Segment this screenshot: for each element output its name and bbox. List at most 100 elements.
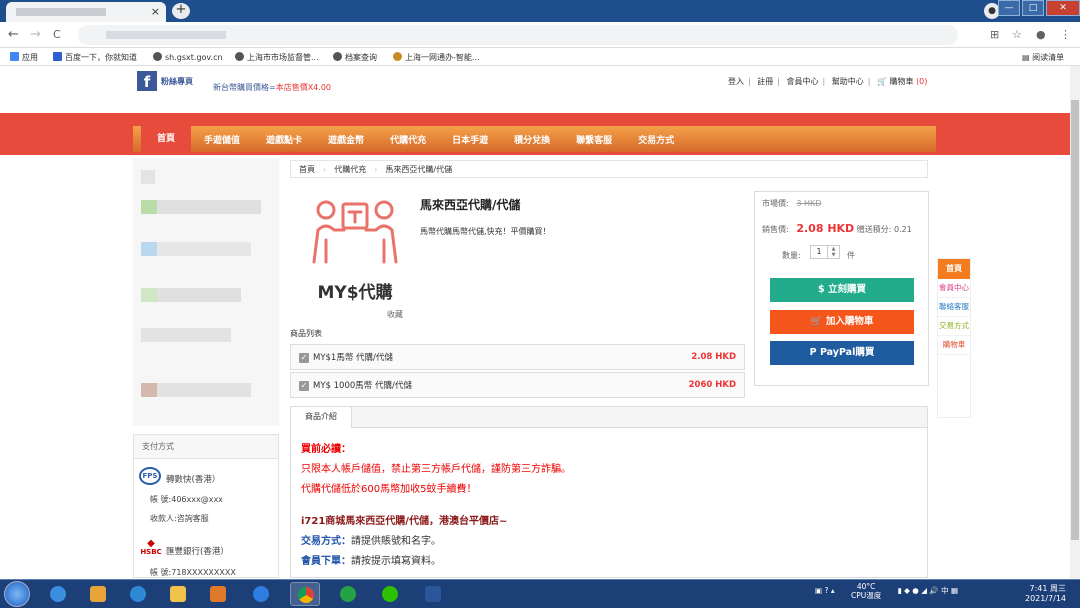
product-image-caption: MY$代購 xyxy=(317,282,392,303)
cart-link[interactable]: 🛒 購物車 (0) xyxy=(877,77,927,86)
login-link[interactable]: 登入 xyxy=(728,77,744,86)
menu-kebab-icon[interactable]: ⋮ xyxy=(1060,28,1071,41)
nav-proxy-purchase[interactable]: 代購代充 xyxy=(377,133,439,146)
float-contact-support[interactable]: 聯絡客服 xyxy=(938,298,970,317)
favorite-link[interactable]: 收藏 xyxy=(387,309,403,320)
breadcrumb-current: 馬來西亞代購/代儲 xyxy=(385,164,453,174)
payment-title: 支付方式 xyxy=(134,435,278,459)
apps-grid-icon xyxy=(10,52,19,61)
quantity-input[interactable]: 1 xyxy=(810,245,828,259)
window-controls: — □ ✕ xyxy=(996,0,1080,18)
forward-button[interactable]: → xyxy=(30,27,41,42)
taskbar-green-app-icon[interactable] xyxy=(333,582,363,606)
paypal-icon: P xyxy=(809,347,820,358)
reading-list-icon: ▤ xyxy=(1022,53,1033,62)
reload-button[interactable]: C xyxy=(53,28,61,41)
close-window-button[interactable]: ✕ xyxy=(1046,0,1080,16)
clock-time: 7:41 周三 xyxy=(1029,584,1067,593)
browser-tab[interactable]: × xyxy=(6,2,166,22)
checkbox-checked-icon[interactable]: ✓ xyxy=(299,381,309,391)
back-button[interactable]: ← xyxy=(8,27,19,42)
sale-price-row: 銷售價: 2.08 HKD 贈送積分: 0.21 xyxy=(762,222,912,235)
fps-name: 轉數快(香港） xyxy=(166,475,221,485)
bookmark-baidu[interactable]: 百度一下，你就知道 xyxy=(53,52,137,63)
bookmark-apps[interactable]: 应用 xyxy=(10,52,38,63)
add-to-cart-button[interactable]: 🛒 加入購物車 xyxy=(770,310,914,334)
quantity-stepper[interactable]: ▲ ▼ xyxy=(828,245,840,259)
member-center-link[interactable]: 會員中心 xyxy=(787,77,819,86)
hsbc-name: 匯豐銀行(香港） xyxy=(166,547,229,557)
tab-product-intro[interactable]: 商品介紹 xyxy=(291,407,352,429)
minimize-button[interactable]: — xyxy=(998,0,1020,16)
main-nav: 首頁 手遊儲值 遊戲點卡 遊戲金幣 代購代充 日本手遊 積分兌換 聯繫客服 交易… xyxy=(133,126,936,152)
breadcrumb-home[interactable]: 首頁 xyxy=(291,164,323,175)
product-option-name: MY$1馬幣 代購/代儲 xyxy=(313,353,393,363)
float-home[interactable]: 首頁 xyxy=(938,259,970,279)
bookmark-archive-query[interactable]: 档案查询 xyxy=(333,52,377,63)
globe-icon xyxy=(153,52,162,61)
taskbar-app-icon[interactable] xyxy=(83,582,113,606)
nav-mobile-topup[interactable]: 手遊儲值 xyxy=(191,133,253,146)
checkbox-checked-icon[interactable]: ✓ xyxy=(299,353,309,363)
buy-now-button[interactable]: $ 立刻購買 xyxy=(770,278,914,302)
account-icon[interactable]: ● xyxy=(1036,28,1046,41)
bonus-points: 贈送積分: 0.21 xyxy=(856,225,912,234)
product-option[interactable]: ✓ MY$1馬幣 代購/代儲 2.08 HKD xyxy=(290,344,745,370)
product-option-name: MY$ 1000馬幣 代購/代儲 xyxy=(313,381,412,391)
taskbar-cloud-icon[interactable] xyxy=(246,582,276,606)
bookmark-market-supervision[interactable]: 上海市市场监督管... xyxy=(235,52,319,63)
quantity-label: 數量: xyxy=(782,251,801,260)
nav-contact-support[interactable]: 聯繫客服 xyxy=(563,133,625,146)
facebook-icon[interactable]: f xyxy=(137,71,157,91)
market-price: 3 HKD xyxy=(796,199,822,208)
bookmark-star-icon[interactable]: ☆ xyxy=(1012,28,1022,41)
fanpage-link[interactable]: 粉絲專頁 xyxy=(161,76,193,87)
reading-list[interactable]: ▤ 阅读清单 xyxy=(1022,52,1064,63)
taskbar-folder-icon[interactable] xyxy=(163,582,193,606)
float-trade-methods[interactable]: 交易方式 xyxy=(938,317,970,336)
product-option-price: 2060 HKD xyxy=(688,380,736,390)
bookmark-shanghai-service[interactable]: 上海一网通办-智能... xyxy=(393,52,480,63)
nav-game-cards[interactable]: 遊戲點卡 xyxy=(253,133,315,146)
system-tray: ▣ ? ▴ 40°C CPU温度 ▮ ◆ ● ◢ 🔊 中 ▦ xyxy=(815,582,958,600)
nav-points-exchange[interactable]: 積分兌換 xyxy=(501,133,563,146)
cpu-temperature: 40°C xyxy=(856,582,876,591)
taskbar-chrome-icon[interactable] xyxy=(290,582,320,606)
twd-price-note: 新台幣購買價格=本店售價X4.00 xyxy=(213,83,331,92)
clock-date: 2021/7/14 xyxy=(1025,594,1067,603)
taskbar-ie-icon[interactable] xyxy=(43,582,73,606)
nav-game-gold[interactable]: 遊戲金幣 xyxy=(315,133,377,146)
close-tab-icon[interactable]: × xyxy=(151,5,160,18)
product-image: MY$代購 xyxy=(300,190,410,308)
register-link[interactable]: 註冊 xyxy=(757,77,773,86)
hsbc-logo-icon: ◆ HSBC xyxy=(140,538,162,557)
breadcrumb: 首頁 › 代購代充 › 馬來西亞代購/代儲 xyxy=(290,160,928,178)
nav-home[interactable]: 首頁 xyxy=(141,126,192,152)
trade-method-line: 交易方式：請提供賬號和名字。 xyxy=(301,536,441,547)
new-tab-button[interactable]: + xyxy=(172,3,190,19)
bookmark-gsxt[interactable]: sh.gsxt.gov.cn xyxy=(153,52,223,62)
translate-icon[interactable]: ⊞ xyxy=(990,28,999,41)
url-input[interactable] xyxy=(78,25,958,45)
product-option[interactable]: ✓ MY$ 1000馬幣 代購/代儲 2060 HKD xyxy=(290,372,745,398)
scrollbar-thumb[interactable] xyxy=(1071,100,1079,540)
tray-status-icons[interactable]: ▮ ◆ ● ◢ 🔊 中 ▦ xyxy=(898,586,958,595)
maximize-button[interactable]: □ xyxy=(1022,0,1044,16)
tray-icons[interactable]: ▣ ? ▴ xyxy=(815,586,835,595)
nav-trade-methods[interactable]: 交易方式 xyxy=(625,133,687,146)
nav-japan-games[interactable]: 日本手遊 xyxy=(439,133,501,146)
address-bar-row: ← → C ⊞ ☆ ● ⋮ xyxy=(0,22,1080,48)
sale-price: 2.08 HKD xyxy=(796,222,855,235)
start-button-icon[interactable] xyxy=(4,581,30,607)
float-member-center[interactable]: 會員中心 xyxy=(938,279,970,298)
float-cart[interactable]: 購物車 xyxy=(938,336,970,355)
paypal-button[interactable]: P PayPal購買 xyxy=(770,341,914,365)
taskbar-wechat-icon[interactable] xyxy=(375,582,405,606)
taskbar-clock[interactable]: 7:41 周三 2021/7/14 xyxy=(1025,584,1066,604)
taskbar-edge-icon[interactable] xyxy=(123,582,153,606)
help-center-link[interactable]: 幫助中心 xyxy=(832,77,864,86)
breadcrumb-category[interactable]: 代購代充 xyxy=(326,164,374,175)
taskbar-word-icon[interactable] xyxy=(418,582,448,606)
taskbar-media-icon[interactable] xyxy=(203,582,233,606)
market-price-row: 市場價: 3 HKD xyxy=(762,199,822,208)
